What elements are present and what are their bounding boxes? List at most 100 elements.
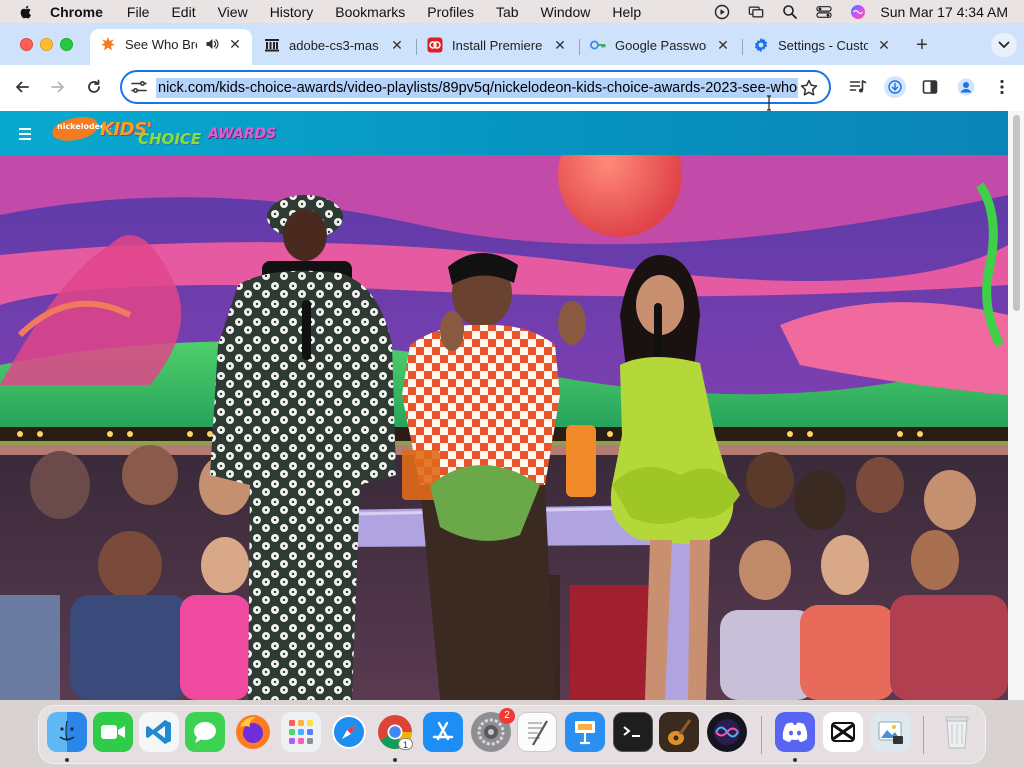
tab-title: adobe-cs3-mas <box>289 37 379 53</box>
tab-adobe-cs3[interactable]: adobe-cs3-mas ✕ <box>264 31 414 59</box>
menu-bookmarks[interactable]: Bookmarks <box>335 4 405 20</box>
new-tab-button[interactable]: + <box>912 35 932 55</box>
download-icon <box>888 80 902 94</box>
audio-playing-icon[interactable] <box>205 37 219 51</box>
tab-title: See Who Bro <box>125 36 197 52</box>
macos-dock: 1 2 <box>38 705 986 764</box>
menubar-clock[interactable]: Sun Mar 17 4:34 AM <box>880 4 1008 20</box>
running-indicator <box>393 758 397 762</box>
vertical-scrollbar[interactable] <box>1008 111 1024 700</box>
app-menu-chrome[interactable]: Chrome <box>50 4 103 20</box>
chrome-menu-icon[interactable] <box>992 77 1012 97</box>
siri-icon[interactable] <box>850 4 866 20</box>
system-settings-icon[interactable]: 2 <box>471 708 515 752</box>
siri-app-icon[interactable] <box>707 712 747 752</box>
vscode-icon[interactable] <box>139 712 179 752</box>
chrome-window: See Who Bro ✕ adobe-cs3-mas ✕ Install Pr… <box>0 23 1024 700</box>
launchpad-icon[interactable] <box>281 712 321 752</box>
url-text[interactable]: nick.com/kids-choice-awards/video-playli… <box>156 78 798 98</box>
tab-separator <box>742 39 743 55</box>
tab-separator <box>416 39 417 55</box>
side-panel-icon[interactable] <box>920 77 940 97</box>
terminal-icon[interactable] <box>613 712 653 752</box>
hamburger-menu-icon[interactable] <box>19 125 33 140</box>
now-playing-icon[interactable] <box>714 4 730 20</box>
bookmark-star-icon[interactable] <box>799 78 819 98</box>
browser-toolbar: nick.com/kids-choice-awards/video-playli… <box>0 65 1024 111</box>
vertical-scrollbar-thumb[interactable] <box>1013 115 1020 311</box>
reload-button[interactable] <box>84 77 104 97</box>
textedit-icon[interactable] <box>517 712 557 752</box>
notification-badge: 2 <box>499 708 515 724</box>
trash-icon[interactable] <box>937 712 977 752</box>
fullscreen-window-button[interactable] <box>60 38 73 51</box>
google-password-icon <box>590 37 606 53</box>
nickelodeon-splat-icon <box>100 36 116 52</box>
logo-choice-text: CHOICE <box>138 130 202 148</box>
forward-arrow-icon <box>51 81 64 93</box>
menu-view[interactable]: View <box>218 4 248 20</box>
screen-mirroring-icon[interactable] <box>748 4 764 20</box>
messages-icon[interactable] <box>185 712 225 752</box>
reload-icon <box>88 79 100 93</box>
menu-window[interactable]: Window <box>541 4 591 20</box>
address-bar[interactable]: nick.com/kids-choice-awards/video-playli… <box>120 70 831 104</box>
control-center-icon[interactable] <box>816 4 833 20</box>
tab-settings-custom[interactable]: Settings - Custo ✕ <box>753 31 895 59</box>
dock-divider <box>761 716 762 754</box>
menu-edit[interactable]: Edit <box>171 4 195 20</box>
close-tab-icon[interactable]: ✕ <box>227 36 243 52</box>
capcut-icon[interactable] <box>823 712 863 752</box>
menu-tab[interactable]: Tab <box>496 4 519 20</box>
menu-history[interactable]: History <box>270 4 314 20</box>
minimize-window-button[interactable] <box>40 38 53 51</box>
text-cursor-icon <box>767 95 771 111</box>
close-tab-icon[interactable]: ✕ <box>389 37 405 53</box>
menu-profiles[interactable]: Profiles <box>427 4 474 20</box>
tab-install-premiere[interactable]: Install Premiere ✕ <box>427 31 577 59</box>
web-page: nickelodeon KIDS' CHOICE AWARDS <box>0 111 1008 700</box>
preview-icon[interactable] <box>871 712 911 752</box>
firefox-icon[interactable] <box>233 712 273 752</box>
close-tab-icon[interactable]: ✕ <box>552 37 568 53</box>
download-button[interactable] <box>884 76 906 98</box>
site-info-tune-icon[interactable] <box>130 79 148 95</box>
menu-file[interactable]: File <box>127 4 150 20</box>
garageband-icon[interactable] <box>659 712 699 752</box>
google-chrome-icon[interactable]: 1 <box>375 712 415 752</box>
tab-see-who-brought[interactable]: See Who Bro ✕ <box>90 29 252 65</box>
creative-cloud-icon <box>427 37 443 53</box>
running-indicator <box>65 758 69 762</box>
apple-logo-icon[interactable] <box>18 4 34 20</box>
kids-choice-awards-logo[interactable]: nickelodeon KIDS' CHOICE AWARDS <box>48 114 284 151</box>
back-button[interactable] <box>12 77 32 97</box>
tab-title: Settings - Custo <box>778 37 868 53</box>
chevron-down-icon <box>998 41 1010 49</box>
chrome-profile-badge: 1 <box>397 738 413 750</box>
site-header: nickelodeon KIDS' CHOICE AWARDS <box>0 111 1008 155</box>
running-indicator <box>793 758 797 762</box>
keynote-icon[interactable] <box>565 712 605 752</box>
close-tab-icon[interactable]: ✕ <box>876 37 892 53</box>
menu-help[interactable]: Help <box>612 4 641 20</box>
close-window-button[interactable] <box>20 38 33 51</box>
app-store-icon[interactable] <box>423 712 463 752</box>
macos-menu-bar: Chrome File Edit View History Bookmarks … <box>0 0 1024 23</box>
settings-gear-icon <box>753 37 769 53</box>
media-controls-icon[interactable] <box>848 77 868 97</box>
tab-strip: See Who Bro ✕ adobe-cs3-mas ✕ Install Pr… <box>0 23 1024 65</box>
tab-google-password[interactable]: Google Passwor ✕ <box>590 31 740 59</box>
close-tab-icon[interactable]: ✕ <box>715 37 731 53</box>
facetime-icon[interactable] <box>93 712 133 752</box>
forward-button[interactable] <box>48 77 68 97</box>
spotlight-search-icon[interactable] <box>782 4 798 20</box>
profile-avatar-icon[interactable] <box>956 77 976 97</box>
tab-search-button[interactable] <box>991 33 1017 57</box>
safari-icon[interactable] <box>329 712 369 752</box>
video-player[interactable] <box>0 155 1008 700</box>
dock-divider <box>923 716 924 754</box>
finder-icon[interactable] <box>47 712 87 752</box>
logo-awards-text: AWARDS <box>208 126 277 142</box>
discord-icon[interactable] <box>775 712 815 752</box>
tab-title: Google Passwor <box>615 37 707 53</box>
